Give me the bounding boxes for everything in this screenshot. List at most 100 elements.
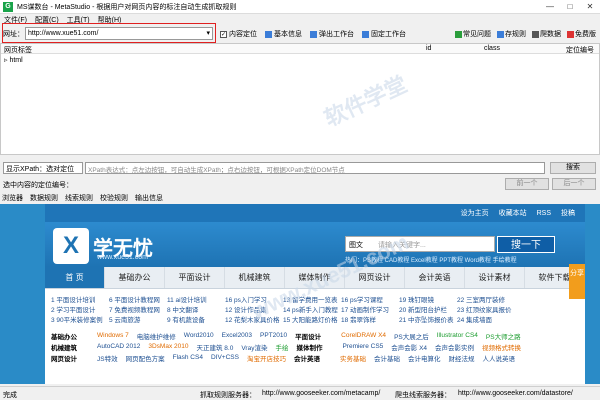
link-item[interactable]: 20 新型阳台护栏 [399, 304, 457, 314]
link-item[interactable]: 16 ps学习课程 [341, 294, 399, 304]
link-item[interactable]: 5 云南旅游 [109, 314, 167, 324]
category-link[interactable]: 会声会影实例 [435, 342, 474, 352]
nav-materials[interactable]: 设计素材 [465, 267, 525, 288]
faq-label: 常见问题 [463, 31, 491, 38]
category-link[interactable]: 财经法规 [448, 353, 474, 363]
category-link[interactable]: 淘宝开店技巧 [247, 353, 286, 363]
link-item[interactable]: 11 ai设计培训 [167, 294, 225, 304]
nav-graphic[interactable]: 平面设计 [165, 267, 225, 288]
category-link[interactable]: Illustrator CS4 [437, 332, 478, 339]
category-link[interactable]: DIV+CSS [211, 354, 239, 361]
category-link[interactable]: 天正建筑 8.0 [196, 342, 233, 352]
popup-workbench-button[interactable]: 弹出工作台 [310, 29, 354, 39]
link-item[interactable]: 1 平面设计培训 [51, 294, 109, 304]
category-link[interactable]: PS大师之路 [486, 331, 521, 341]
set-homepage-link[interactable]: 设为主页 [461, 208, 489, 218]
tab-browser[interactable]: 浏览器 [2, 193, 23, 203]
category-link[interactable]: 网页配色方案 [126, 353, 165, 363]
content-locate-checkbox[interactable]: ✓ 内容定位 [220, 29, 257, 39]
category-link[interactable]: Windows 7 [97, 332, 129, 339]
nav-accounting[interactable]: 会计英语 [405, 267, 465, 288]
link-item[interactable]: 19 珠钉眼镜 [399, 294, 457, 304]
share-button[interactable]: 分享 [569, 264, 585, 299]
tab-output[interactable]: 输出信息 [135, 193, 163, 203]
free-version-button[interactable]: 免费版 [567, 29, 596, 39]
xpath-mode-select[interactable]: 显示XPath：选对定位 [3, 162, 83, 174]
category-label: 机械建筑 [51, 344, 77, 352]
link-item[interactable]: 8 中文翻译 [167, 304, 225, 314]
next-button[interactable]: 后一个 [552, 178, 596, 190]
search-button[interactable]: 搜索 [550, 162, 596, 174]
maximize-icon[interactable]: □ [560, 0, 580, 14]
link-item[interactable]: 18 翡翠饰样 [341, 314, 399, 324]
rss-link[interactable]: RSS [537, 210, 551, 217]
metastudio-window: G MS谋数台 - MetaStudio - 根据用户对网页内容的标注自动生成抓… [0, 0, 600, 400]
category-link[interactable]: JS特效 [97, 353, 118, 363]
category-link[interactable]: Excel2003 [222, 332, 252, 339]
crawl-data-button[interactable]: 爬数据 [532, 29, 561, 39]
locate-nav: 选中内容的定位编号： 前一个 后一个 [0, 178, 600, 190]
bookmark-link[interactable]: 收藏本站 [499, 208, 527, 218]
category-link[interactable]: 人人说英语 [482, 353, 515, 363]
save-icon [497, 30, 504, 38]
save-rule-button[interactable]: 存规则 [497, 29, 526, 39]
minimize-icon[interactable]: — [540, 0, 560, 14]
category-link[interactable]: 3DsMax 2010 [148, 343, 188, 350]
tab-check-rules[interactable]: 校验规则 [100, 193, 128, 203]
checkbox-icon: ✓ [220, 30, 227, 38]
submit-link[interactable]: 投稿 [561, 208, 575, 218]
nav-mechanical[interactable]: 机械建筑 [225, 267, 285, 288]
category-link[interactable]: PPT2010 [260, 332, 287, 339]
faq-button[interactable]: 常见问题 [455, 29, 491, 39]
clue-server-url: http://www.gooseeker.com/datastore/ [458, 390, 573, 397]
link-item[interactable]: 9 有机蔬设备 [167, 314, 225, 324]
popup-icon [310, 30, 317, 38]
category-link[interactable]: 实务基础 [340, 353, 366, 363]
tab-clue-rules[interactable]: 线索规则 [65, 193, 93, 203]
link-item[interactable]: 2 学习平面设计 [51, 304, 109, 314]
info-icon [265, 30, 272, 38]
expand-icon[interactable]: ▹ [4, 57, 8, 64]
category-link[interactable]: CorelDRAW X4 [341, 332, 386, 339]
category-link[interactable]: AutoCAD 2012 [97, 343, 140, 350]
close-icon[interactable]: ✕ [580, 0, 600, 14]
rule-server-url: http://www.gooseeker.com/metacamp/ [262, 390, 381, 397]
fixed-workbench-button[interactable]: 固定工作台 [362, 29, 406, 39]
site-logo-icon[interactable]: X [53, 228, 89, 264]
content-locate-label: 内容定位 [229, 31, 257, 38]
category-row: 机械建筑 AutoCAD 2012 3DsMax 2010 天正建筑 8.0 V… [51, 341, 571, 352]
link-item[interactable]: 23 红顶纹家具报价 [457, 304, 515, 314]
category-link[interactable]: Vray渲染 [241, 342, 267, 352]
tab-data-rules[interactable]: 数据规则 [30, 193, 58, 203]
embedded-browser[interactable]: 设为主页 收藏本站 RSS 投稿 X 学无忧 www.xue51.com 图文 … [0, 204, 600, 384]
nav-office[interactable]: 基础办公 [105, 267, 165, 288]
category-link[interactable]: 电脑维护维修 [137, 331, 176, 341]
prev-button[interactable]: 前一个 [505, 178, 549, 190]
category-link[interactable]: Premiere CS5 [342, 343, 383, 350]
link-item[interactable]: 17 动画制作学习 [341, 304, 399, 314]
selected-locnum-label: 选中内容的定位编号： [3, 182, 73, 189]
basic-info-button[interactable]: 基本信息 [265, 29, 302, 39]
link-row: 3 90平米装修案例 5 云南旅游 9 有机蔬设备 12 花梨木家具价格 15 大阳能路… [51, 314, 571, 324]
nav-home[interactable]: 首 页 [45, 267, 105, 288]
link-item[interactable]: 21 中亦坠饰报价表 [399, 314, 457, 324]
category-link[interactable]: 会声会影 X4 [391, 342, 427, 352]
category-link[interactable]: Word2010 [184, 332, 214, 339]
link-item[interactable]: 6 平面设计教程网 [109, 294, 167, 304]
link-item[interactable]: 24 集成墙面 [457, 314, 515, 324]
category-link[interactable]: 会计基础 [374, 353, 400, 363]
tree-node-html[interactable]: ▹ html [4, 56, 23, 64]
category-link[interactable]: Flash CS4 [173, 354, 203, 361]
category-link[interactable]: PS大展之后 [394, 331, 429, 341]
link-item[interactable]: 22 三室两厅装修 [457, 294, 515, 304]
link-item[interactable]: 7 免费视频教程网 [109, 304, 167, 314]
link-item[interactable]: 3 90平米装修案例 [51, 314, 109, 324]
dom-tree-panel[interactable]: 网页标签 id class 定位编号 ▹ html 软件学堂 [0, 43, 600, 155]
category-link[interactable]: 视频格式转换 [482, 342, 521, 352]
tree-header: 网页标签 id class 定位编号 [1, 44, 599, 54]
category-link[interactable]: 会计电算化 [408, 353, 441, 363]
xpath-input[interactable]: XPath表达式：点左边按钮，可自动生成XPath；点右边按钮，可根据XPath… [85, 162, 545, 174]
link-item[interactable]: 15 大阳能路灯价格 [283, 314, 341, 324]
site-search-button[interactable]: 搜一下 [497, 236, 555, 253]
category-link[interactable]: 手绘 [275, 342, 288, 352]
